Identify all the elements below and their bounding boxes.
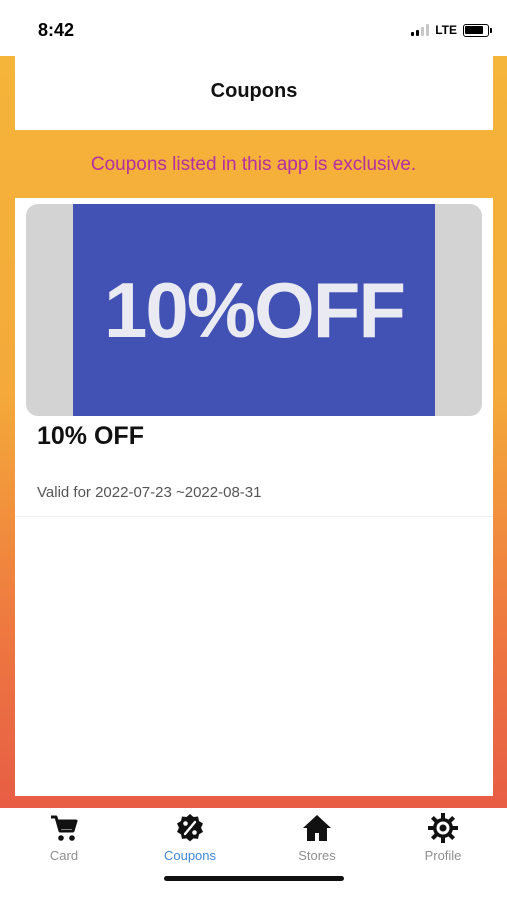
coupon-list: 10%OFF 10% OFF Valid for 2022-07-23 ~202…	[15, 198, 493, 796]
network-type: LTE	[435, 23, 457, 37]
signal-icon	[411, 24, 430, 36]
battery-icon	[463, 23, 492, 37]
exclusive-notice: Coupons listed in this app is exclusive.	[90, 154, 417, 175]
tab-stores[interactable]: Stores	[267, 812, 367, 866]
tab-label: Stores	[298, 848, 336, 863]
coupon-image[interactable]: 10%OFF	[26, 204, 482, 416]
coupon-banner-text: 10%OFF	[103, 265, 406, 354]
home-indicator	[164, 876, 344, 881]
navigation-header: Coupons	[15, 56, 493, 130]
tab-card[interactable]: Card	[14, 812, 114, 866]
status-indicators: LTE	[411, 22, 492, 38]
gear-icon	[428, 813, 458, 843]
tab-label: Profile	[424, 848, 462, 863]
tab-profile[interactable]: Profile	[393, 812, 493, 866]
coupon-validity: Valid for 2022-07-23 ~2022-08-31	[37, 484, 262, 501]
page-title: Coupons	[210, 80, 298, 102]
percent-badge-icon	[177, 814, 203, 842]
app-screen: 8:42 LTE Coupons Coupons listed in this …	[0, 0, 507, 900]
status-time: 8:42	[38, 20, 75, 40]
tab-coupons[interactable]: Coupons	[140, 812, 240, 866]
coupon-title: 10% OFF	[37, 422, 144, 450]
cart-icon	[51, 815, 78, 841]
coupon-banner: 10%OFF	[73, 204, 435, 416]
tab-label: Card	[49, 848, 79, 863]
tab-label: Coupons	[163, 848, 217, 863]
tab-bar: Card Coupons Stores Profile	[0, 808, 507, 900]
home-icon	[303, 815, 331, 841]
divider	[15, 516, 493, 517]
status-bar: 8:42 LTE	[0, 0, 507, 56]
